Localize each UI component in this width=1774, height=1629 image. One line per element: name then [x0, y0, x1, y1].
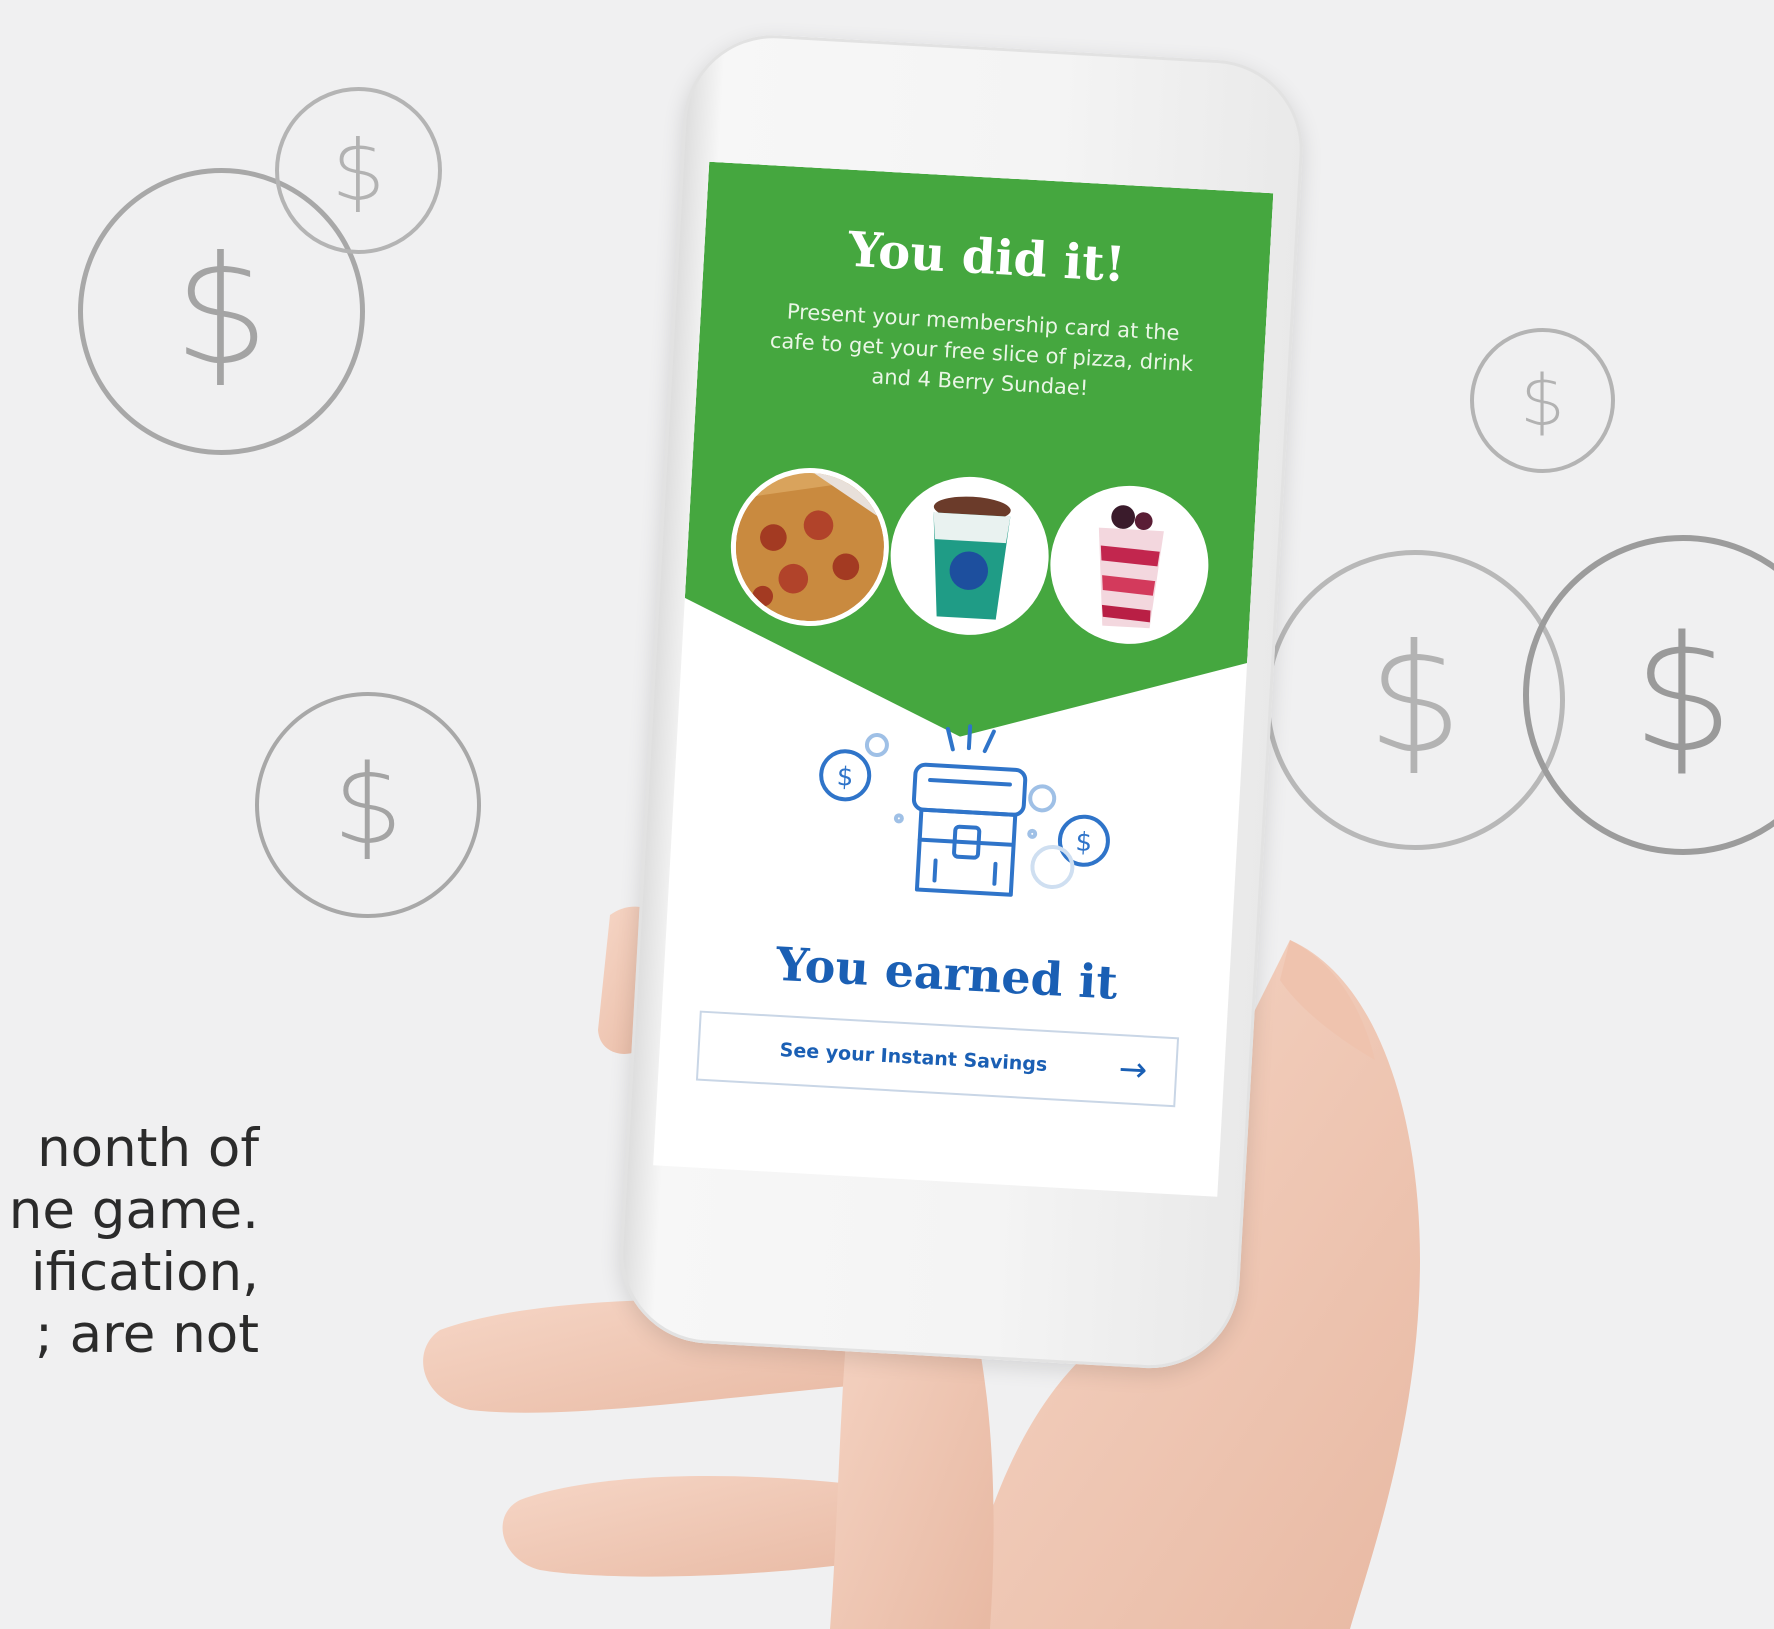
- arrow-right-icon: →: [1117, 1049, 1149, 1091]
- intro-text-line: ; are not: [34, 1304, 259, 1365]
- phone-body: You did it! Present your membership card…: [615, 30, 1308, 1373]
- phone-mockup: You did it! Present your membership card…: [613, 30, 1428, 1429]
- treasure-chest-icon: $ $: [819, 724, 1110, 897]
- intro-text-line: ne game.: [8, 1180, 259, 1241]
- dollar-coin-icon: $: [255, 692, 481, 918]
- dollar-coin-icon: $: [836, 762, 854, 793]
- intro-text: nonth of ne game. ification, ; are not: [0, 1118, 259, 1366]
- intro-text-line: ification,: [30, 1242, 259, 1303]
- earned-title: You earned it: [774, 936, 1119, 1010]
- dollar-coin-icon: $: [1523, 535, 1774, 855]
- dollar-coin-icon: $: [1075, 827, 1093, 858]
- dollar-coin-icon: $: [275, 87, 442, 254]
- cta-label: See your Instant Savings: [779, 1039, 1048, 1077]
- phone-screen: You did it! Present your membership card…: [653, 161, 1274, 1197]
- dollar-coin-icon: $: [1470, 328, 1615, 473]
- intro-text-line: nonth of: [37, 1118, 259, 1179]
- see-instant-savings-button[interactable]: See your Instant Savings →: [695, 1010, 1180, 1108]
